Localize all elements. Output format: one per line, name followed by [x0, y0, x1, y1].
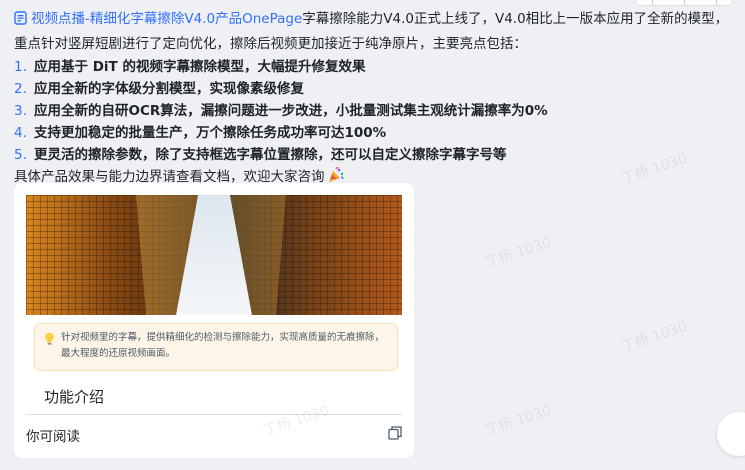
cover-image — [26, 195, 402, 315]
doc-link-label[interactable]: 视频点播-精细化字幕擦除V4.0产品OnePage — [31, 11, 302, 27]
list-number: 4. — [14, 125, 27, 141]
list-text: 更灵活的擦除参数，除了支持框选字幕位置擦除，还可以自定义擦除字幕字号等 — [34, 147, 507, 163]
message-toolbar[interactable] — [635, 0, 733, 6]
copy-icon[interactable] — [388, 426, 402, 444]
list-text: 应用全新的自研OCR算法，漏擦问题进一步改进，小批量测试集主观统计漏擦率为0% — [34, 103, 548, 119]
card-footer: 你可阅读 — [26, 423, 402, 447]
list-number: 3. — [14, 103, 27, 119]
list-number: 5. — [14, 147, 27, 163]
list-item: 2. 应用全新的字体级分割模型，实现像素级修复 — [14, 78, 731, 100]
list-number: 2. — [14, 81, 27, 97]
list-text: 应用全新的字体级分割模型，实现像素级修复 — [34, 81, 304, 97]
list-text: 应用基于 DiT 的视频字幕擦除模型，大幅提升修复效果 — [34, 59, 366, 75]
list-item: 3. 应用全新的自研OCR算法，漏擦问题进一步改进，小批量测试集主观统计漏擦率为0… — [14, 100, 731, 122]
light-bulb-icon — [44, 332, 55, 352]
list-item: 1. 应用基于 DiT 的视频字幕擦除模型，大幅提升修复效果 — [14, 56, 731, 78]
divider — [26, 414, 402, 415]
highlights-list: 1. 应用基于 DiT 的视频字幕擦除模型，大幅提升修复效果 2. 应用全新的字体级… — [14, 56, 731, 166]
list-number: 1. — [14, 59, 27, 75]
doc-preview-card[interactable]: 针对视频里的字幕，提供精细化的检测与擦除能力，实现高质量的无痕擦除，最大程度的还… — [14, 183, 414, 458]
doc-link[interactable]: 视频点播-精细化字幕擦除V4.0产品OnePage — [14, 11, 302, 27]
doc-icon — [14, 10, 27, 33]
list-item: 4. 支持更加稳定的批量生产，万个擦除任务成功率可达100% — [14, 122, 731, 144]
message-intro: 视频点播-精细化字幕擦除V4.0产品OnePage字幕擦除能力V4.0正式上线了… — [14, 8, 731, 56]
tip-text: 针对视频里的字幕，提供精细化的检测与擦除能力，实现高质量的无痕擦除，最大程度的还… — [61, 332, 385, 359]
section-title: 功能介绍 — [44, 388, 105, 406]
list-item: 5. 更灵活的擦除参数，除了支持框选字幕位置擦除，还可以自定义擦除字幕字号等 — [14, 144, 731, 166]
footer-text: 你可阅读 — [26, 429, 80, 445]
list-text: 支持更加稳定的批量生产，万个擦除任务成功率可达100% — [34, 125, 387, 141]
tip-callout: 针对视频里的字幕，提供精细化的检测与擦除能力，实现高质量的无痕擦除，最大程度的还… — [34, 323, 398, 371]
